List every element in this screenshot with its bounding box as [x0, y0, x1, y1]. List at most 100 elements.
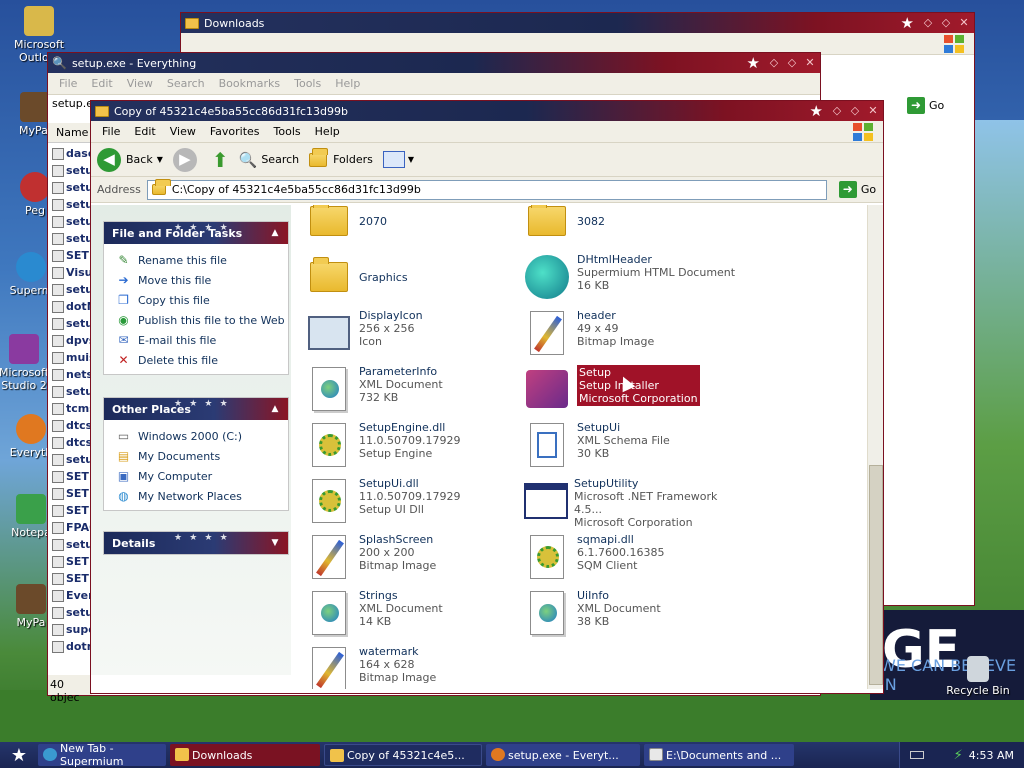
downloads-go-button[interactable]: ➜ Go [907, 97, 944, 114]
file-item[interactable]: Setup Setup Installer Microsoft Corporatio… [523, 365, 738, 419]
place-link[interactable]: ▤ My Documents [116, 446, 288, 466]
close-button[interactable]: ✕ [956, 15, 972, 31]
results-list[interactable]: dasesetusetusetusetusetuSETUVisuasetudot… [48, 145, 92, 655]
views-button[interactable]: ▼ [382, 151, 414, 168]
list-item[interactable]: tcms [48, 400, 92, 417]
explorer-window[interactable]: Copy of 45321c4e5ba55cc86d31fc13d99b ★ ◇… [90, 100, 884, 694]
list-item[interactable]: setu [48, 179, 92, 196]
go-button[interactable]: ➜ Go [838, 181, 876, 198]
maximize-button[interactable]: ◇ [784, 55, 800, 71]
list-item[interactable]: dotN [48, 298, 92, 315]
list-item[interactable]: FPAC [48, 519, 92, 536]
address-input[interactable]: C:\Copy of 45321c4e5ba55cc86d31fc13d99b [146, 179, 827, 200]
list-item[interactable]: SETU [48, 247, 92, 264]
list-item[interactable]: dase [48, 145, 92, 162]
list-item[interactable]: supe [48, 621, 92, 638]
taskbar-item-copy-folder[interactable]: Copy of 45321c4e5... [324, 744, 482, 766]
chevron-up-icon[interactable]: ▲ [268, 226, 282, 240]
file-item[interactable]: Strings XML Document 14 KB [305, 589, 520, 643]
panel-header[interactable]: File and Folder Tasks ★ ★ ★ ★ ▲ [104, 222, 288, 244]
task-link[interactable]: ✉ E-mail this file [116, 330, 288, 350]
list-item[interactable]: dtcs [48, 434, 92, 451]
task-link[interactable]: ◉ Publish this file to the Web [116, 310, 288, 330]
file-item[interactable]: UiInfo XML Document 38 KB [523, 589, 738, 643]
list-item[interactable]: setu [48, 196, 92, 213]
menu-tools[interactable]: Tools [287, 77, 328, 90]
file-item[interactable]: SetupUi.dll 11.0.50709.17929 Setup UI Dll [305, 477, 520, 531]
file-item[interactable]: 3082 [523, 205, 738, 251]
list-item[interactable]: setu [48, 281, 92, 298]
task-link[interactable]: ✕ Delete this file [116, 350, 288, 370]
menu-favorites[interactable]: Favorites [203, 125, 267, 138]
network-icon[interactable]: ⚡ [954, 748, 963, 763]
list-item[interactable]: SETU [48, 570, 92, 587]
list-item[interactable]: SETU [48, 485, 92, 502]
desktop-icon-visual-studio[interactable]: Microsoft Studio 2 [0, 334, 52, 392]
everything-titlebar[interactable]: 🔍 setup.exe - Everything ★ ◇ ◇ ✕ [48, 53, 820, 73]
place-link[interactable]: ◍ My Network Places [116, 486, 288, 506]
menu-view[interactable]: View [163, 125, 203, 138]
list-item[interactable]: SETU [48, 502, 92, 519]
menu-file[interactable]: File [95, 125, 127, 138]
menu-file[interactable]: File [52, 77, 84, 90]
menu-search[interactable]: Search [160, 77, 212, 90]
forward-button[interactable]: ▶ [172, 147, 202, 172]
column-header-name[interactable]: Name [48, 123, 92, 143]
taskbar-item-supermium[interactable]: New Tab - Supermium [38, 742, 166, 768]
file-item[interactable]: watermark 164 x 628 Bitmap Image [305, 645, 520, 689]
menu-edit[interactable]: Edit [84, 77, 119, 90]
desktop-icon-recycle-bin[interactable]: Recycle Bin [940, 656, 1016, 697]
file-item[interactable]: header 49 x 49 Bitmap Image [523, 309, 738, 363]
task-link[interactable]: ➔ Move this file [116, 270, 288, 290]
chevron-up-icon[interactable]: ▲ [268, 402, 282, 416]
up-folder-button[interactable]: ⬆ [212, 148, 229, 172]
maximize-button[interactable]: ◇ [938, 15, 954, 31]
start-button[interactable]: ★ [0, 742, 38, 768]
search-button[interactable]: 🔍 Search [239, 151, 299, 169]
maximize-button[interactable]: ◇ [847, 103, 863, 119]
list-item[interactable]: nets [48, 366, 92, 383]
search-input[interactable]: setup.e [52, 97, 93, 110]
folders-button[interactable]: Folders [309, 147, 373, 167]
list-item[interactable]: SETU [48, 553, 92, 570]
minimize-button[interactable]: ◇ [766, 55, 782, 71]
chevron-down-icon[interactable]: ▼ [268, 536, 282, 550]
list-item[interactable]: dotn [48, 638, 92, 655]
downloads-titlebar[interactable]: Downloads ★ ◇ ◇ ✕ [181, 13, 974, 33]
clock[interactable]: 4:53 AM [969, 749, 1014, 762]
list-item[interactable]: setu [48, 230, 92, 247]
file-item[interactable]: SetupEngine.dll 11.0.50709.17929 Setup Eng… [305, 421, 520, 475]
list-item[interactable]: setu [48, 213, 92, 230]
list-item[interactable]: dpvs [48, 332, 92, 349]
menu-help[interactable]: Help [308, 125, 347, 138]
file-item[interactable]: SetupUtility Microsoft .NET Framework 4.5… [523, 477, 738, 531]
list-item[interactable]: Ever [48, 587, 92, 604]
minimize-button[interactable]: ◇ [829, 103, 845, 119]
list-item[interactable]: setu [48, 383, 92, 400]
menu-tools[interactable]: Tools [267, 125, 308, 138]
close-button[interactable]: ✕ [802, 55, 818, 71]
minimize-button[interactable]: ◇ [920, 15, 936, 31]
file-item[interactable]: Graphics [305, 253, 520, 307]
file-item[interactable]: DHtmlHeader Supermium HTML Document 16 KB [523, 253, 738, 307]
panel-header[interactable]: Details ★ ★ ★ ★ ▼ [104, 532, 288, 554]
file-item[interactable]: ParameterInfo XML Document 732 KB [305, 365, 520, 419]
list-item[interactable]: dtcs [48, 417, 92, 434]
list-item[interactable]: Visua [48, 264, 92, 281]
close-button[interactable]: ✕ [865, 103, 881, 119]
file-item[interactable]: SplashScreen 200 x 200 Bitmap Image [305, 533, 520, 587]
taskbar-item-documents[interactable]: E:\Documents and ... [644, 744, 794, 766]
back-button[interactable]: ◀ Back ▼ [97, 147, 163, 172]
list-item[interactable]: muis [48, 349, 92, 366]
list-item[interactable]: setu [48, 604, 92, 621]
place-link[interactable]: ▭ Windows 2000 (C:) [116, 426, 288, 446]
file-item[interactable]: SetupUi XML Schema File 30 KB [523, 421, 738, 475]
keyboard-icon[interactable] [909, 751, 924, 759]
list-item[interactable]: setu [48, 536, 92, 553]
task-link[interactable]: ❐ Copy this file [116, 290, 288, 310]
file-item[interactable]: 2070 [305, 205, 520, 251]
list-item[interactable]: setu [48, 315, 92, 332]
task-link[interactable]: ✎ Rename this file [116, 250, 288, 270]
taskbar-item-everything[interactable]: setup.exe - Everyt... [486, 744, 640, 766]
list-item[interactable]: setu [48, 162, 92, 179]
